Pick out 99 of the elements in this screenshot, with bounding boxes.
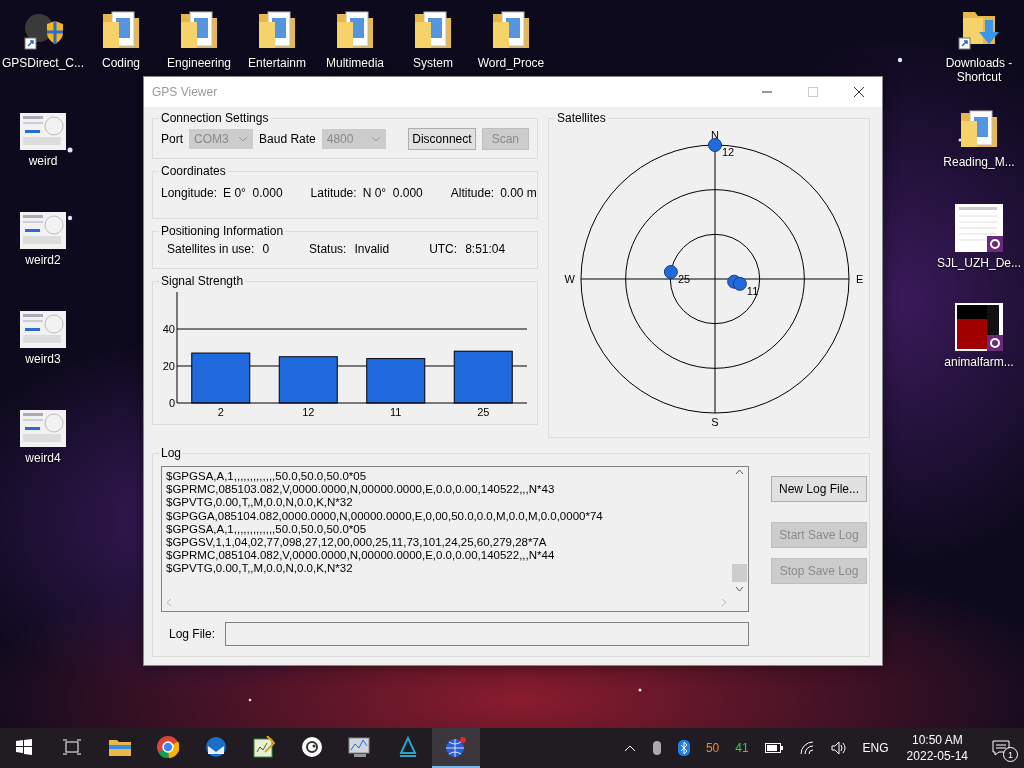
icon-label[interactable]: weird2: [25, 253, 61, 267]
satellite-label: 12: [722, 146, 735, 158]
compass-label: W: [564, 273, 575, 285]
field-label: Latitude:: [310, 186, 357, 200]
field-label: Log File:: [169, 627, 216, 641]
language-indicator[interactable]: ENG: [854, 741, 897, 755]
wifi-icon[interactable]: [798, 741, 815, 755]
tray-reading[interactable]: 50: [697, 741, 728, 755]
icon-label[interactable]: SJL_UZH_De...: [937, 256, 1021, 270]
satellite-label: 11: [746, 284, 759, 297]
field-value: N 0° 0.000: [362, 186, 423, 200]
icon-label[interactable]: System: [413, 56, 453, 70]
field-label: Satellites in use:: [167, 242, 255, 256]
caret-up-icon[interactable]: [623, 744, 636, 752]
compass-label: S: [711, 416, 719, 427]
scrollbar-thumb[interactable]: [732, 564, 747, 582]
speaker-icon[interactable]: [830, 741, 847, 755]
book-cover-icon: [955, 303, 1003, 351]
caret-icon: [370, 136, 381, 142]
clock-time[interactable]: 10:50 AM: [911, 732, 963, 748]
globe-icon: [445, 736, 467, 758]
field-label: Port: [161, 132, 183, 146]
screenshot-thumbnail-icon: [20, 113, 66, 150]
field-value: 0: [262, 242, 270, 256]
icon-label[interactable]: Reading_M...: [943, 155, 1015, 169]
maximize-icon: [808, 87, 818, 97]
icon-label[interactable]: Downloads - Shortcut: [940, 56, 1018, 84]
compass-label: E: [856, 273, 864, 285]
axis-category-label: 2: [217, 406, 224, 418]
icon-label[interactable]: Coding: [102, 56, 140, 70]
window-title: GPS Viewer: [152, 85, 219, 99]
browser-icon: [157, 736, 179, 758]
battery-icon[interactable]: [764, 743, 783, 753]
log-line: $GPRMC,085104.082,V,0000.0000,N,00000.0000,E,0.0,0.00,140522,,,N*44: [166, 549, 556, 563]
icon-label[interactable]: Multimedia: [326, 56, 384, 70]
screenshot-thumbnail-icon: [20, 212, 66, 249]
satellite-dot: [732, 276, 747, 291]
icon-label[interactable]: Word_Proce: [477, 56, 545, 70]
log-button[interactable]: New Log File...: [771, 476, 867, 502]
notification-icon[interactable]: [992, 740, 1010, 756]
task-view-icon: [63, 739, 81, 755]
axis-category-label: 25: [477, 406, 490, 418]
group-title: Signal Strength: [160, 274, 245, 288]
satellite-label: 25: [677, 273, 691, 285]
compass-label: N: [711, 129, 719, 141]
notepad-icon: [253, 736, 275, 758]
clock-date[interactable]: 2022-05-14: [906, 748, 968, 764]
bluetooth-icon[interactable]: [677, 740, 690, 756]
tray-reading[interactable]: 41: [727, 741, 757, 755]
group-title: Coordinates: [160, 164, 227, 178]
log-line: $GPGGA,085104.082,0000.0000,N,00000.0000,E,0,00,50.0,0.0,M,0.0,M,0.0,0000*74: [166, 509, 604, 523]
icon-label[interactable]: animalfarm...: [944, 355, 1014, 369]
document-thumbnail-icon: [955, 204, 1003, 252]
field-value: 8:51:04: [465, 242, 506, 256]
field-value: E 0° 0.000: [223, 186, 283, 200]
log-line: $GPRMC,085103.082,V,0000.0000,N,00000.0000,E,0.0,0.00,140522,,,N*43: [166, 483, 556, 497]
caret-icon: [238, 136, 249, 142]
icon-label[interactable]: weird3: [25, 352, 61, 366]
field-label: Longitude:: [161, 186, 218, 200]
log-file-field[interactable]: [225, 622, 749, 646]
screenshot-thumbnail-icon: [20, 410, 66, 447]
icon-label[interactable]: GPSDirect_C...: [2, 56, 84, 70]
group-title: Satellites: [556, 111, 607, 125]
log-line: $GPGSA,A,1,,,,,,,,,,,,,50.0,50.0,50.0*05: [166, 470, 368, 484]
mouse-icon[interactable]: [651, 740, 662, 756]
satellite-dot: [663, 265, 678, 279]
connection-button[interactable]: Disconnect: [408, 128, 476, 150]
axis-tick-label: 40: [162, 323, 175, 335]
close-icon: [854, 87, 864, 97]
axis-tick-label: 0: [168, 397, 175, 409]
group-title: Connection Settings: [160, 111, 270, 125]
icon-label[interactable]: Entertainm: [248, 56, 306, 70]
icon-label[interactable]: weird: [28, 154, 58, 168]
log-line: $GPGSV,1,1,04,02,77,098,27,12,00,000,25,11,73,101,24,25,60,279,28*7A: [166, 536, 548, 550]
field-label: UTC:: [429, 242, 458, 256]
field-label: Baud Rate: [259, 132, 316, 146]
scroll-down-icon[interactable]: [735, 586, 744, 592]
axis-category-label: 11: [390, 406, 402, 418]
screenshot-thumbnail-icon: [20, 311, 66, 348]
field-label: Altitude:: [450, 186, 495, 200]
group-title: Positioning Information: [160, 224, 285, 238]
folder-icon: [109, 738, 131, 756]
field-value: 0.00 m: [500, 186, 537, 200]
scroll-up-icon[interactable]: [735, 469, 744, 475]
log-line: $GPGSA,A,1,,,,,,,,,,,,,50.0,50.0,50.0*05: [166, 522, 368, 536]
icon-label[interactable]: Engineering: [166, 56, 232, 70]
log-line: $GPVTG,0.00,T,,M,0.0,N,0.0,K,N*32: [166, 496, 354, 510]
notification-count: 1: [1003, 747, 1018, 762]
windows-logo-icon: [16, 739, 32, 755]
satellite-dot: [708, 138, 722, 152]
log-list[interactable]: [161, 466, 749, 612]
log-line: $GPVTG,0.00,T,,M,0.0,N,0.0,K,N*32: [166, 562, 354, 576]
icon-label[interactable]: weird4: [25, 451, 61, 465]
axis-tick-label: 20: [162, 360, 175, 372]
field-label: Status:: [309, 242, 347, 256]
monitor-chart-icon: [348, 736, 372, 758]
field-value: Invalid: [354, 242, 390, 256]
group-title: Log: [160, 446, 183, 460]
axis-category-label: 12: [302, 406, 315, 418]
